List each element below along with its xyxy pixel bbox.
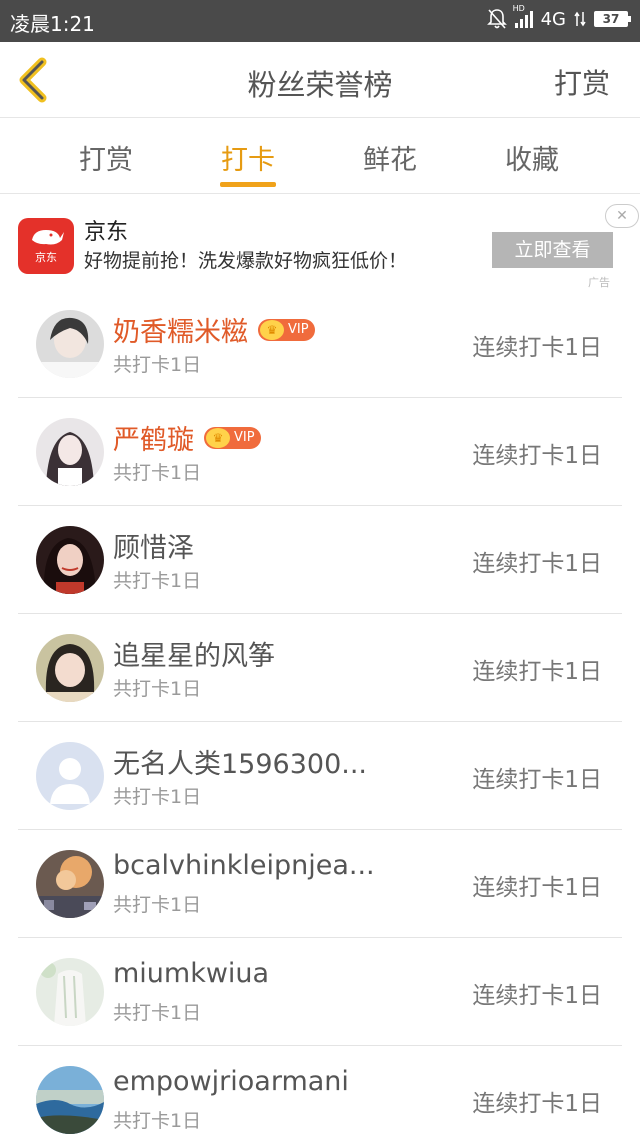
logo-text: 京东 bbox=[35, 251, 57, 264]
fan-name: 追星星的风筝 bbox=[113, 641, 275, 672]
tab-reward[interactable]: 打赏 bbox=[66, 138, 146, 177]
crown-icon: ♛ bbox=[206, 427, 230, 448]
ad-description: 好物提前抢！洗发爆款好物疯狂低价！ bbox=[84, 250, 408, 272]
reward-button[interactable]: 打赏 bbox=[554, 62, 610, 102]
streak-checkins: 连续打卡1日 bbox=[472, 983, 602, 1009]
page-title: 粉丝荣誉榜 bbox=[247, 68, 393, 102]
total-checkins: 共打卡1日 bbox=[113, 894, 202, 916]
fan-name: bcalvhinkleipnjea... bbox=[113, 850, 375, 881]
vip-badge: ♛ VIP bbox=[204, 426, 261, 449]
vip-label: VIP bbox=[234, 430, 255, 445]
active-tab-indicator bbox=[220, 182, 276, 187]
dog-logo-icon bbox=[32, 230, 64, 245]
crown-icon: ♛ bbox=[260, 319, 284, 340]
ad-title: 京东 bbox=[84, 220, 129, 245]
total-checkins: 共打卡1日 bbox=[113, 1002, 202, 1024]
total-checkins: 共打卡1日 bbox=[113, 354, 202, 376]
ad-close-icon[interactable]: ✕ bbox=[605, 204, 639, 228]
list-item[interactable]: 无名人类1596300... 共打卡1日 连续打卡1日 bbox=[18, 722, 622, 830]
tab-flowers[interactable]: 鲜花 bbox=[350, 138, 430, 177]
ad-tag: 广告 bbox=[588, 276, 610, 289]
avatar bbox=[36, 310, 104, 378]
list-item[interactable]: bcalvhinkleipnjea... 共打卡1日 连续打卡1日 bbox=[18, 830, 622, 938]
signal-icon: HD bbox=[513, 4, 533, 28]
avatar bbox=[36, 418, 104, 486]
data-transfer-icon bbox=[574, 11, 586, 27]
ad-view-button[interactable]: 立即查看 bbox=[492, 232, 613, 268]
hd-label: HD bbox=[512, 4, 525, 13]
list-item[interactable]: 追星星的风筝 共打卡1日 连续打卡1日 bbox=[18, 614, 622, 722]
status-bar: 凌晨1:21 HD 4G 37 bbox=[0, 0, 640, 42]
total-checkins: 共打卡1日 bbox=[113, 570, 202, 592]
fan-list: 奶香糯米糍 ♛ VIP 共打卡1日 连续打卡1日 严鹤璇 ♛ VIP 共打卡1日… bbox=[18, 290, 622, 1138]
list-item[interactable]: 顾惜泽 共打卡1日 连续打卡1日 bbox=[18, 506, 622, 614]
streak-checkins: 连续打卡1日 bbox=[472, 875, 602, 901]
total-checkins: 共打卡1日 bbox=[113, 678, 202, 700]
streak-checkins: 连续打卡1日 bbox=[472, 443, 602, 469]
tab-favorites[interactable]: 收藏 bbox=[492, 138, 572, 177]
list-item[interactable]: empowjrioarmani 共打卡1日 连续打卡1日 bbox=[18, 1046, 622, 1138]
total-checkins: 共打卡1日 bbox=[113, 1110, 202, 1132]
list-item[interactable]: miumkwiua 共打卡1日 连续打卡1日 bbox=[18, 938, 622, 1046]
ad-banner[interactable]: 京东 京东 好物提前抢！洗发爆款好物疯狂低价！ 立即查看 ✕ 广告 bbox=[0, 194, 640, 290]
vip-badge: ♛ VIP bbox=[258, 318, 315, 341]
network-type: 4G bbox=[540, 8, 566, 30]
list-item[interactable]: 奶香糯米糍 ♛ VIP 共打卡1日 连续打卡1日 bbox=[18, 290, 622, 398]
tab-checkin[interactable]: 打卡 bbox=[208, 138, 288, 177]
streak-checkins: 连续打卡1日 bbox=[472, 551, 602, 577]
bell-muted-icon bbox=[486, 9, 507, 29]
streak-checkins: 连续打卡1日 bbox=[472, 335, 602, 361]
avatar bbox=[36, 1066, 104, 1134]
streak-checkins: 连续打卡1日 bbox=[472, 659, 602, 685]
nav-bar: 粉丝荣誉榜 打赏 bbox=[0, 42, 640, 118]
battery-icon: 37 bbox=[594, 11, 631, 27]
avatar bbox=[36, 526, 104, 594]
fan-name: 顾惜泽 bbox=[113, 533, 194, 564]
back-arrow-icon[interactable] bbox=[14, 56, 54, 104]
avatar bbox=[36, 634, 104, 702]
avatar bbox=[36, 958, 104, 1026]
streak-checkins: 连续打卡1日 bbox=[472, 767, 602, 793]
list-item[interactable]: 严鹤璇 ♛ VIP 共打卡1日 连续打卡1日 bbox=[18, 398, 622, 506]
fan-name: 奶香糯米糍 bbox=[113, 317, 248, 348]
avatar bbox=[36, 850, 104, 918]
tab-bar: 打赏 打卡 鲜花 收藏 bbox=[0, 118, 640, 194]
streak-checkins: 连续打卡1日 bbox=[472, 1091, 602, 1117]
status-icons: HD 4G 37 bbox=[486, 4, 631, 30]
fan-name: 无名人类1596300... bbox=[113, 749, 367, 780]
fan-name: empowjrioarmani bbox=[113, 1066, 349, 1097]
status-time: 凌晨1:21 bbox=[10, 12, 95, 36]
fan-name: miumkwiua bbox=[113, 958, 270, 989]
fan-name: 严鹤璇 bbox=[113, 425, 194, 456]
total-checkins: 共打卡1日 bbox=[113, 786, 202, 808]
vip-label: VIP bbox=[288, 322, 309, 337]
total-checkins: 共打卡1日 bbox=[113, 462, 202, 484]
avatar bbox=[36, 742, 104, 810]
jd-logo: 京东 bbox=[18, 218, 74, 274]
